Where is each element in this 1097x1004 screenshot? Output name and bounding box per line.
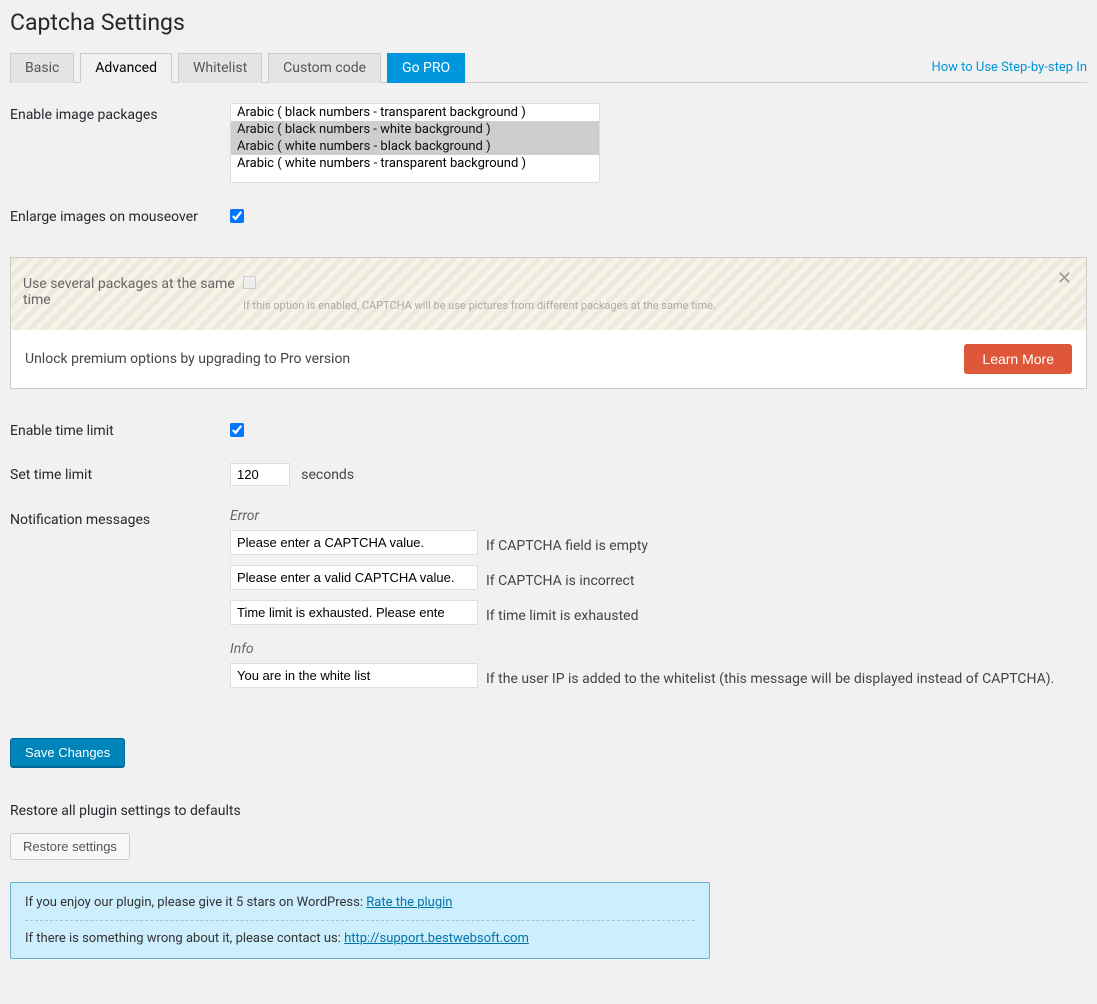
desc-error-timelimit: If time limit is exhausted: [486, 608, 639, 624]
premium-disabled-area: ✕ Use several packages at the same time …: [11, 258, 1086, 330]
notice-bottom-text: If there is something wrong about it, pl…: [25, 931, 344, 946]
row-enable-time-limit: Enable time limit: [10, 419, 1087, 441]
support-link[interactable]: http://support.bestwebsoft.com: [344, 931, 529, 946]
unlock-row: Unlock premium options by upgrading to P…: [11, 330, 1086, 388]
restore-button[interactable]: Restore settings: [10, 833, 130, 860]
desc-error-incorrect: If CAPTCHA is incorrect: [486, 573, 634, 589]
row-enlarge-images: Enlarge images on mouseover: [10, 205, 1087, 227]
notif-error-label: Error: [230, 508, 1087, 524]
label-set-time-limit: Set time limit: [10, 463, 230, 483]
learn-more-button[interactable]: Learn More: [964, 344, 1072, 374]
desc-info-whitelist: If the user IP is added to the whitelist…: [486, 671, 1054, 687]
page-title: Captcha Settings: [10, 0, 1087, 40]
tab-basic[interactable]: Basic: [10, 53, 74, 83]
image-package-option[interactable]: Arabic ( black numbers - white backgroun…: [231, 121, 599, 138]
seconds-label: seconds: [301, 467, 354, 483]
label-use-several-packages: Use several packages at the same time: [23, 272, 243, 308]
tab-whitelist[interactable]: Whitelist: [178, 53, 262, 83]
input-error-incorrect[interactable]: [230, 565, 478, 590]
notice-box: If you enjoy our plugin, please give it …: [10, 882, 710, 959]
input-info-whitelist[interactable]: [230, 663, 478, 688]
image-package-option[interactable]: Arabic ( white numbers - black backgroun…: [231, 138, 599, 155]
tab-go-pro[interactable]: Go PRO: [387, 53, 465, 83]
input-time-limit[interactable]: [230, 463, 290, 486]
unlock-text: Unlock premium options by upgrading to P…: [25, 351, 350, 367]
label-enable-image-packages: Enable image packages: [10, 103, 230, 123]
label-enable-time-limit: Enable time limit: [10, 419, 230, 439]
label-notification-messages: Notification messages: [10, 508, 230, 528]
tab-advanced[interactable]: Advanced: [80, 53, 172, 83]
input-error-empty[interactable]: [230, 530, 478, 555]
image-package-option[interactable]: Arabic ( white numbers - transparent bac…: [231, 155, 599, 172]
desc-error-empty: If CAPTCHA field is empty: [486, 538, 648, 554]
close-icon[interactable]: ✕: [1057, 270, 1072, 288]
label-enlarge-images: Enlarge images on mouseover: [10, 205, 230, 225]
checkbox-enable-time-limit[interactable]: [230, 423, 244, 437]
use-several-description: If this option is enabled, CAPTCHA will …: [243, 299, 1074, 312]
notif-info-label: Info: [230, 641, 1087, 657]
tabs-row: Basic Advanced Whitelist Custom code Go …: [10, 52, 1087, 83]
notice-top-text: If you enjoy our plugin, please give it …: [25, 895, 366, 910]
checkbox-enlarge-images[interactable]: [230, 209, 244, 223]
checkbox-use-several-packages-disabled: [243, 276, 256, 289]
row-set-time-limit: Set time limit seconds: [10, 463, 1087, 486]
tab-custom-code[interactable]: Custom code: [268, 53, 381, 83]
rate-plugin-link[interactable]: Rate the plugin: [366, 895, 452, 910]
premium-box: ✕ Use several packages at the same time …: [10, 257, 1087, 389]
input-error-timelimit[interactable]: [230, 600, 478, 625]
select-image-packages[interactable]: Arabic ( black numbers - transparent bac…: [230, 103, 600, 183]
save-button[interactable]: Save Changes: [10, 738, 125, 767]
row-notification-messages: Notification messages Error If CAPTCHA f…: [10, 508, 1087, 698]
row-enable-image-packages: Enable image packages Arabic ( black num…: [10, 103, 1087, 183]
restore-label: Restore all plugin settings to defaults: [10, 803, 1087, 819]
help-link[interactable]: How to Use Step-by-step In: [931, 60, 1087, 75]
tabs: Basic Advanced Whitelist Custom code Go …: [10, 52, 465, 82]
image-package-option[interactable]: Arabic ( black numbers - transparent bac…: [231, 104, 599, 121]
restore-section: Restore all plugin settings to defaults …: [10, 803, 1087, 860]
